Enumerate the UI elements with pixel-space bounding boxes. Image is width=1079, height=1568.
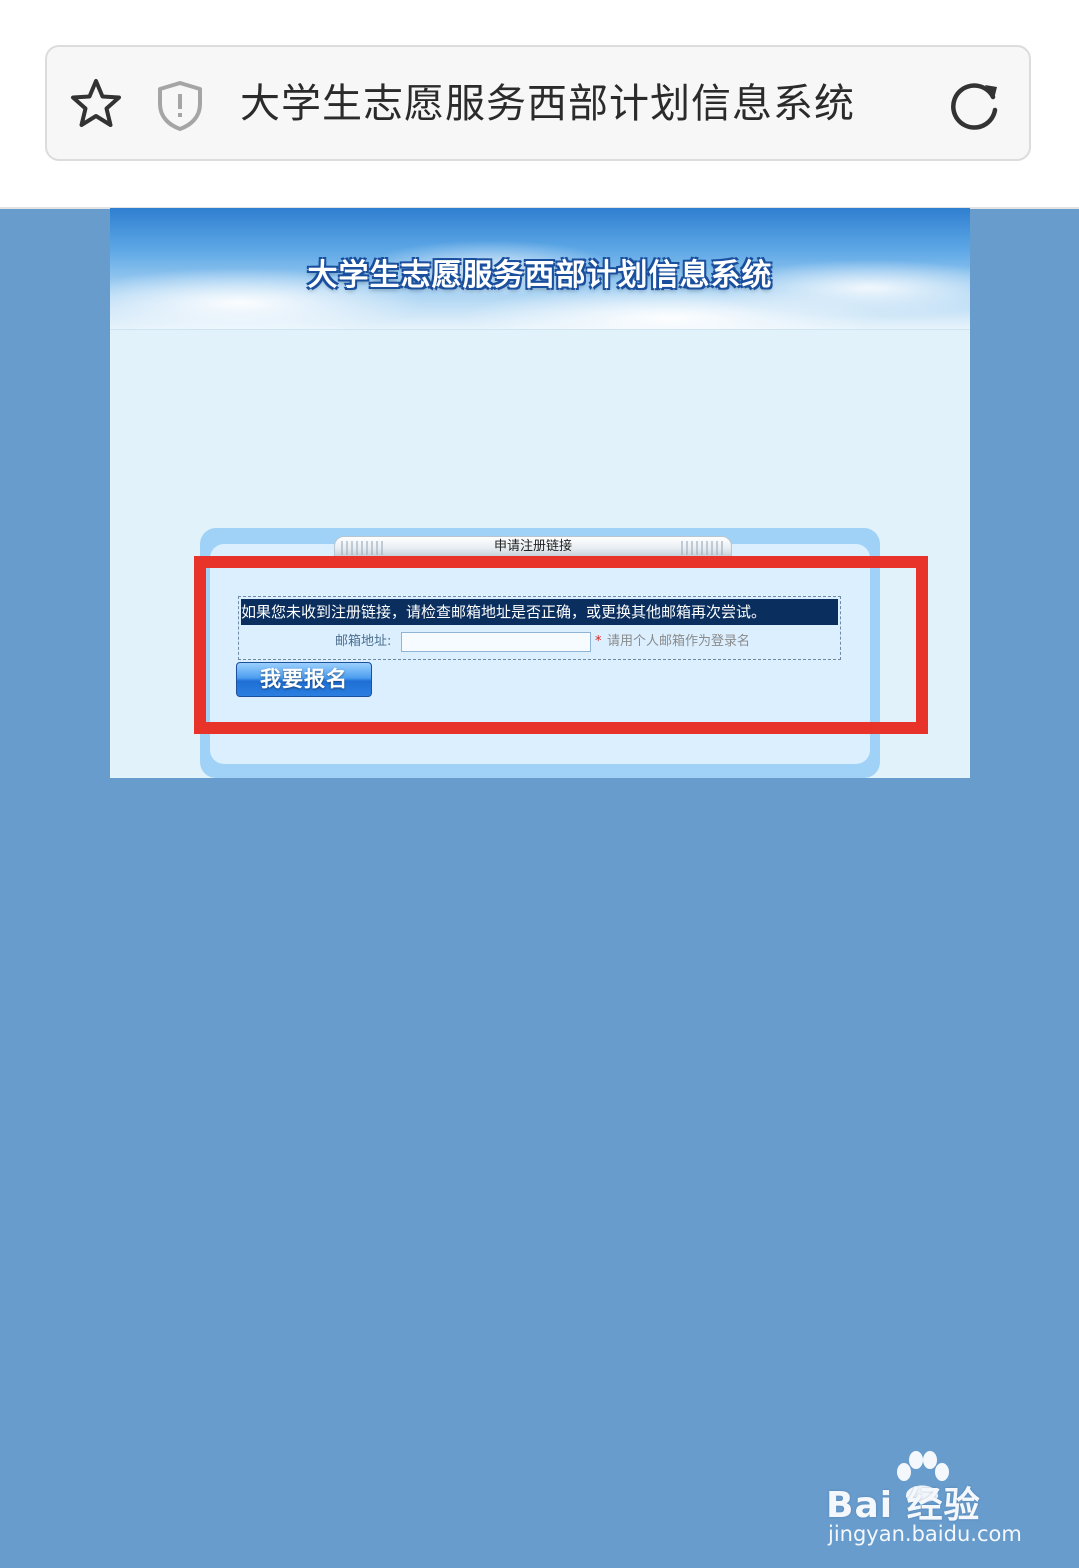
watermark-url: jingyan.baidu.com xyxy=(828,1522,1022,1546)
shield-icon[interactable] xyxy=(155,80,205,132)
tab-decoration-right xyxy=(681,541,725,555)
address-title[interactable]: 大学生志愿服务西部计划信息系统 xyxy=(240,76,855,132)
baidu-jingyan-watermark: Bai 经验 jingyan.baidu.com xyxy=(826,1450,1026,1550)
panel-title: 申请注册链接 xyxy=(493,539,572,554)
watermark-brand: Bai 经验 xyxy=(826,1485,981,1526)
star-icon[interactable] xyxy=(68,76,124,132)
highlight-annotation xyxy=(194,556,928,734)
panel-header-tab: 申请注册链接 xyxy=(334,536,732,558)
banner-title: 大学生志愿服务西部计划信息系统 xyxy=(307,258,773,293)
reload-icon[interactable] xyxy=(946,77,1002,133)
site-banner: 大学生志愿服务西部计划信息系统 xyxy=(110,208,970,330)
